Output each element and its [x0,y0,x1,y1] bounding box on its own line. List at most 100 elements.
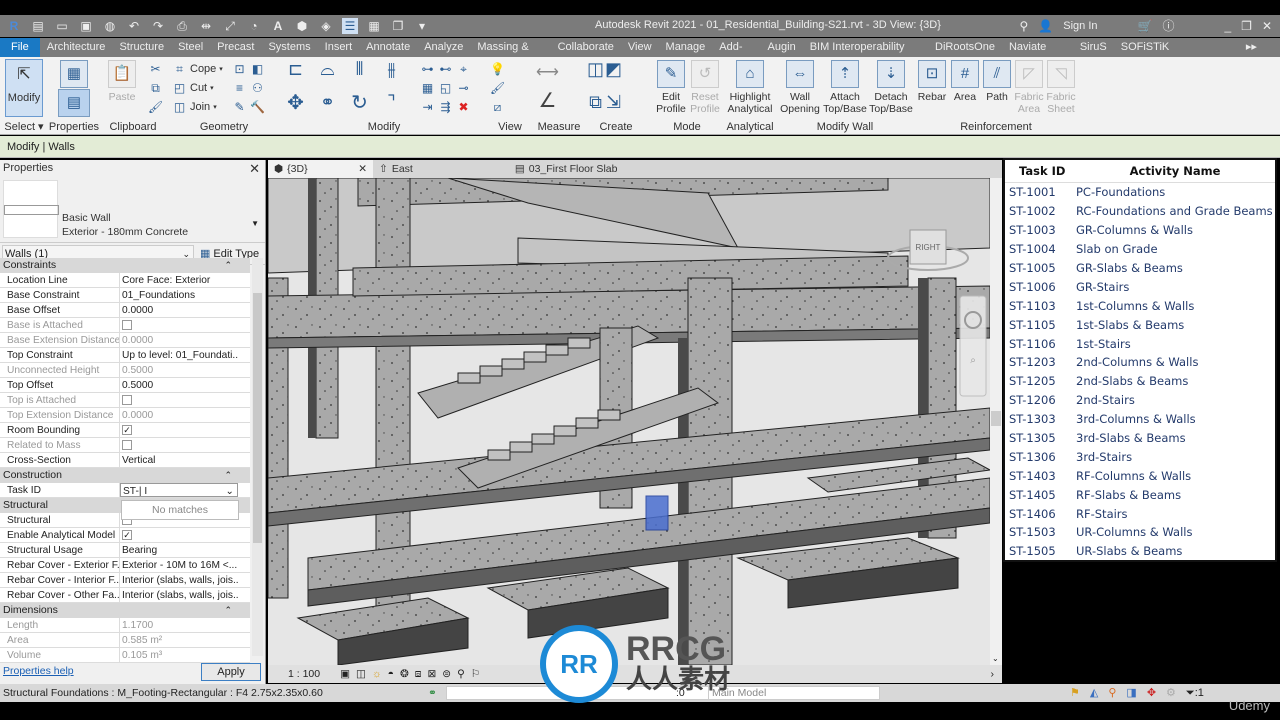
close-icon[interactable]: ✕ [249,160,260,177]
viewport-scrollbar-thumb[interactable] [991,411,1001,426]
section-construction[interactable]: Construction ⌃ [0,468,250,483]
view-scale[interactable]: 1 : 100 [288,668,320,680]
checkbox-checked[interactable]: ✓ [122,425,132,435]
split-button[interactable]: ⊶ ⊷ ⌖ [420,60,471,78]
worksets-icon[interactable]: ⚭ [428,684,437,702]
tab-naviate-rex[interactable]: Naviate REX [1002,38,1073,72]
tab-file[interactable]: File [0,38,40,57]
array-button[interactable]: ▦ ◱ ⊸ [420,79,471,97]
open-icon[interactable]: ▭ [54,18,70,34]
measure-icon[interactable]: ⇹ [198,18,214,34]
revit-logo-icon[interactable]: R [6,18,22,34]
wall-opening-button[interactable]: ⇔ Wall Opening [778,60,822,115]
customize-icon[interactable]: ▾ [414,18,430,34]
undo-icon[interactable]: ↶ [126,18,142,34]
join-button[interactable]: ◫ Join ▾ [172,98,217,116]
viewport-scrollbar[interactable]: ⌄ [990,178,1002,665]
collapse-icon[interactable]: ⌃ [224,258,232,273]
property-value[interactable]: 0.5000 [120,378,238,392]
property-value[interactable]: Exterior - 10M to 16M <... [120,558,238,572]
redo-icon[interactable]: ↷ [150,18,166,34]
home-icon[interactable]: ▤ [30,18,46,34]
section-constraints[interactable]: Constraints ⌃ [0,258,250,273]
sync-icon[interactable]: ◍ [102,18,118,34]
section-icon[interactable]: ◈ [318,18,334,34]
trim-button[interactable]: ⌝ [384,92,399,112]
move-button[interactable]: ✥ [287,92,304,114]
save-icon[interactable]: ▣ [78,18,94,34]
override-button[interactable]: 🖌 [490,79,505,97]
scroll-right-icon[interactable]: › [991,668,995,680]
3d-viewport[interactable]: RIGHT ⌕ [268,178,990,665]
3d-view-icon[interactable]: ⬢ [294,18,310,34]
fabric-area-button[interactable]: ◸ Fabric Area [1014,60,1044,115]
property-value[interactable]: Core Face: Exterior [120,273,238,287]
paint-button[interactable]: ✎ 🔨 [232,98,265,116]
chevron-down-icon[interactable]: ⌄ [225,484,234,496]
tab-sirus[interactable]: SiruS [1073,38,1114,57]
tab-architecture[interactable]: Architecture [40,38,113,57]
property-value[interactable]: Bearing [120,543,238,557]
close-button[interactable]: ✕ [1262,19,1272,33]
tab-add-ins[interactable]: Add-Ins [712,38,760,72]
properties-help-link[interactable]: Properties help [3,665,74,677]
measure-distance-button[interactable]: ⟷ [536,63,559,81]
property-value[interactable]: Interior (slabs, walls, jois... [120,588,238,602]
restore-button[interactable]: ❐ [1241,19,1252,33]
cut-clip-button[interactable]: ✂ [148,60,163,78]
checkbox-checked[interactable]: ✓ [122,530,132,540]
help-icon[interactable]: ⓘ [1162,17,1174,34]
hide-button[interactable]: 💡 [490,60,505,78]
mirror-draw-button[interactable]: ⫵ [384,59,399,79]
tab-dirootsone[interactable]: DiRootsOne [928,38,1002,57]
path-rebar-button[interactable]: ⫽ Path [982,60,1012,103]
edit-profile-button[interactable]: ✎ Edit Profile [654,60,688,115]
property-value[interactable]: Up to level: 01_Foundati... [120,348,238,362]
task-id-input[interactable]: ST-| I ⌄ [120,483,238,497]
property-value[interactable]: 01_Foundations [120,288,238,302]
wall-joins-button[interactable]: ⊡ ◧ [232,60,265,78]
modify-button[interactable]: ⇱ Modify [5,59,43,117]
more-tabs-icon[interactable]: ▸▸ ▭▾ [1239,38,1280,72]
print-icon[interactable]: ⎙ [174,18,190,34]
section-dimensions[interactable]: Dimensions ⌃ [0,603,250,618]
highlight-analytical-button[interactable]: ⌂ Highlight Analytical [724,60,776,115]
thin-lines-icon[interactable]: ☰ [342,18,358,34]
property-checkbox[interactable]: ✓ [120,528,238,542]
lock-3d-icon[interactable]: ⊜ [442,668,451,680]
minimize-button[interactable]: _ [1224,19,1231,33]
selected-element[interactable] [645,495,669,531]
tab-sofistik-reinforcement[interactable]: SOFiSTiK Reinforcement [1114,38,1239,72]
text-icon[interactable]: A [270,18,286,34]
dimension-button[interactable]: ∠ [539,90,557,112]
collapse-icon[interactable]: ⌃ [224,603,232,618]
type-selector[interactable]: Basic Wall Exterior - 180mm Concrete ▼ [0,177,265,243]
background-process-icon[interactable]: ⚙ [1166,684,1176,702]
visual-style-icon[interactable]: ◫ [356,668,366,680]
tab-insert[interactable]: Insert [318,38,360,57]
property-value[interactable]: Interior (slabs, walls, jois... [120,573,238,587]
attach-top-base-button[interactable]: ⇡ Attach Top/Base [822,60,868,115]
drag-on-selection-icon[interactable]: ✥ [1147,684,1156,702]
area-rebar-button[interactable]: # Area [950,60,980,103]
tab-massing-site[interactable]: Massing & Site [470,38,550,72]
match-type-button[interactable]: 🖌 [148,98,163,116]
apply-button[interactable]: Apply [201,663,261,681]
tab-precast[interactable]: Precast [210,38,261,57]
select-underlay-icon[interactable]: ◭ [1090,684,1098,702]
collapse-icon[interactable]: ⌃ [224,468,232,483]
switch-windows-icon[interactable]: ❐ [390,18,406,34]
property-value[interactable]: Vertical [120,453,238,467]
crop-view-icon[interactable]: ⧈ [415,668,422,681]
scrollbar-thumb[interactable] [253,293,262,543]
select-by-face-icon[interactable]: ◨ [1126,684,1136,702]
tab-annotate[interactable]: Annotate [359,38,417,57]
binoculars-icon[interactable]: ⚲ [1020,19,1029,33]
tab-manage[interactable]: Manage [659,38,713,57]
cut-geometry-button[interactable]: ◰ Cut ▾ [172,79,214,97]
tab-structure[interactable]: Structure [112,38,171,57]
offset-button[interactable]: ⌓ [320,59,335,79]
view-tab[interactable]: ⬢ {3D} ✕ [268,160,373,178]
tab-bim-interoperability-tools[interactable]: BIM Interoperability Tools [803,38,928,72]
reveal-hidden-icon[interactable]: ⚐ [471,668,480,680]
